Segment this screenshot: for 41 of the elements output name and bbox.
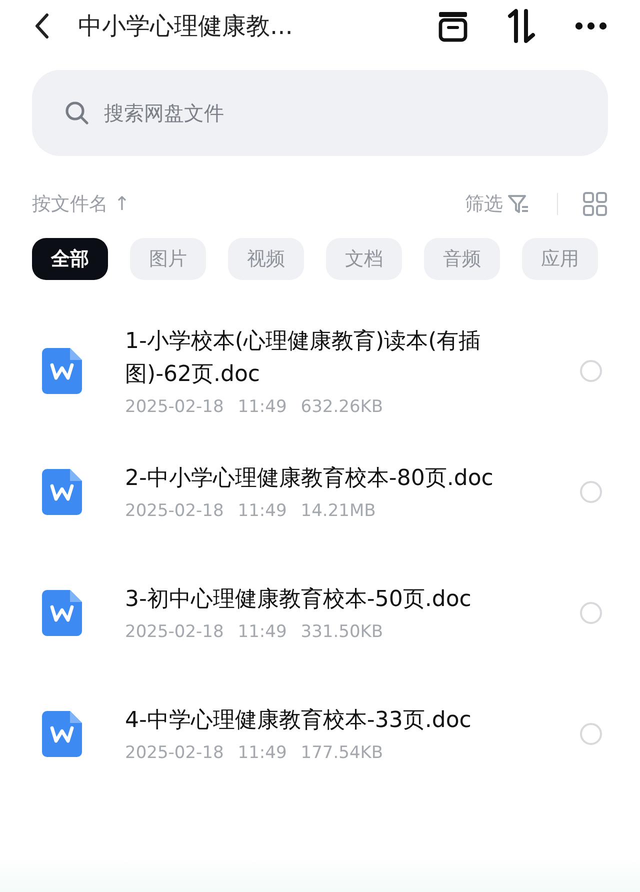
- category-tab[interactable]: 音频: [424, 238, 500, 280]
- word-document-icon: [42, 710, 82, 756]
- file-name[interactable]: 2-中小学心理健康教育校本-80页.doc: [125, 462, 525, 495]
- back-icon[interactable]: [34, 13, 50, 39]
- more-icon[interactable]: [574, 21, 608, 31]
- search-icon: [64, 100, 90, 126]
- file-size: 14.21MB: [300, 501, 376, 521]
- file-size: 632.26KB: [300, 396, 384, 416]
- file-name[interactable]: 3-初中心理健康教育校本-50页.doc: [125, 583, 525, 616]
- file-date: 2025-02-18: [125, 396, 224, 416]
- file-time: 11:49: [238, 501, 287, 521]
- select-radio[interactable]: [580, 602, 602, 624]
- word-document-icon: [42, 348, 82, 394]
- word-document-icon: [42, 468, 82, 514]
- file-size: 331.50KB: [300, 622, 384, 642]
- category-tab[interactable]: 全部: [32, 238, 108, 280]
- filter-icon[interactable]: [507, 193, 531, 215]
- sort-icon[interactable]: [506, 8, 538, 44]
- filter-button[interactable]: 筛选: [465, 191, 503, 217]
- category-tab[interactable]: 视频: [228, 238, 304, 280]
- sort-label[interactable]: 按文件名 ↑: [32, 191, 465, 217]
- file-time: 11:49: [238, 622, 287, 642]
- select-radio[interactable]: [580, 722, 602, 744]
- file-date: 2025-02-18: [125, 501, 224, 521]
- file-time: 11:49: [238, 743, 287, 763]
- folder-title: 中小学心理健康教...: [78, 11, 294, 42]
- search-field[interactable]: 搜索网盘文件: [102, 100, 506, 126]
- category-tab[interactable]: 应用: [522, 238, 598, 280]
- archive-icon[interactable]: [436, 9, 470, 43]
- word-document-icon: [42, 590, 82, 636]
- file-time: 11:49: [238, 396, 287, 416]
- file-name[interactable]: 4-中学心理健康教育校本-33页.doc: [125, 704, 525, 737]
- file-date: 2025-02-18: [125, 622, 224, 642]
- grid-view-icon[interactable]: [582, 191, 608, 217]
- file-date: 2025-02-18: [125, 743, 224, 763]
- file-size: 177.54KB: [300, 743, 384, 763]
- category-tab[interactable]: 文档: [326, 238, 402, 280]
- select-radio[interactable]: [580, 480, 602, 502]
- category-tab[interactable]: 图片: [130, 238, 206, 280]
- file-name[interactable]: 1-小学校本(心理健康教育)读本(有插图)-62页.doc: [125, 324, 525, 390]
- select-radio[interactable]: [580, 360, 602, 382]
